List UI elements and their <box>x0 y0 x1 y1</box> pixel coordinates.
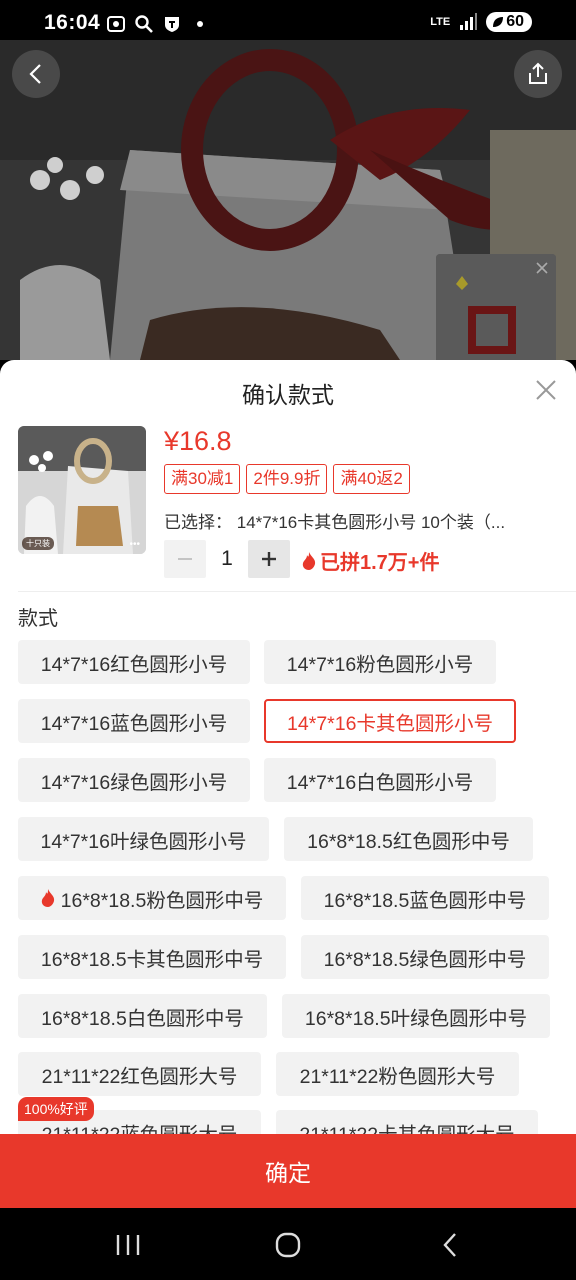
system-nav-bar <box>0 1208 576 1280</box>
home-icon <box>275 1232 301 1258</box>
home-button[interactable] <box>268 1230 308 1260</box>
option-chip[interactable]: 14*7*16蓝色圆形小号 <box>18 699 250 743</box>
option-label: 14*7*16卡其色圆形小号 <box>287 712 493 735</box>
rating-badge: 100%好评 <box>18 1097 94 1121</box>
option-label: 14*7*16粉色圆形小号 <box>286 653 474 676</box>
share-icon <box>529 62 547 84</box>
network-label: LTE <box>430 16 451 28</box>
leaf-icon <box>493 17 504 27</box>
option-label: 14*7*16叶绿色圆形小号 <box>40 830 247 853</box>
option-chip[interactable]: 14*7*16白色圆形小号 <box>264 758 496 802</box>
product-hero-image <box>0 40 576 360</box>
option-label: 16*8*18.5红色圆形中号 <box>307 830 510 853</box>
back-button[interactable] <box>12 50 60 98</box>
back-icon <box>443 1233 456 1257</box>
coupon-tag[interactable]: 满30减1 <box>164 464 241 494</box>
option-label: 14*7*16绿色圆形小号 <box>40 771 228 794</box>
option-chip[interactable]: 14*7*16红色圆形小号 <box>18 640 250 684</box>
confirm-button[interactable]: 确定 <box>0 1134 576 1208</box>
selected-summary: 已选择： 14*7*16卡其色圆形小号 10个装（... <box>164 508 560 533</box>
quantity-value[interactable]: 1 <box>206 547 248 571</box>
option-chip[interactable]: 21*11*22红色圆形大号 <box>18 1052 261 1096</box>
option-chip[interactable]: 16*8*18.5红色圆形中号 <box>284 817 533 861</box>
battery-level: 60 <box>506 13 524 30</box>
option-label: 14*7*16红色圆形小号 <box>40 653 228 676</box>
status-time: 16:04 <box>44 11 101 34</box>
status-system: LTE 60 <box>430 12 532 32</box>
decrease-quantity-button[interactable] <box>164 540 206 578</box>
option-label: 14*7*16蓝色圆形小号 <box>40 712 228 735</box>
system-back-button[interactable] <box>430 1230 470 1260</box>
plus-icon <box>262 552 276 566</box>
section-label: 款式 <box>18 608 58 630</box>
option-chip[interactable]: 16*8*18.5蓝色圆形中号 <box>301 876 549 920</box>
close-button[interactable] <box>534 378 558 402</box>
option-chip[interactable]: 16*8*18.5卡其色圆形中号 <box>18 935 286 979</box>
flame-icon <box>302 551 316 570</box>
coupon-tag[interactable]: 2件9.9折 <box>246 464 328 494</box>
recent-apps-icon <box>116 1235 140 1255</box>
status-notifications <box>106 14 210 34</box>
price: ¥16.8 <box>164 426 232 456</box>
shield-icon <box>165 17 179 32</box>
option-label: 16*8*18.5白色圆形中号 <box>41 1007 244 1030</box>
option-chip[interactable]: 16*8*18.5叶绿色圆形中号 <box>282 994 550 1038</box>
product-thumbnail[interactable]: 十只装 ••• <box>18 426 146 554</box>
option-chip[interactable]: 16*8*18.5粉色圆形中号 <box>18 876 286 920</box>
option-chip[interactable]: 16*8*18.5绿色圆形中号 <box>301 935 549 979</box>
option-chip[interactable]: 21*11*22粉色圆形大号 <box>276 1052 519 1096</box>
option-label: 16*8*18.5蓝色圆形中号 <box>323 889 527 912</box>
sales-count: 已拼1.7万+件 <box>302 546 439 575</box>
coupon-tag[interactable]: 满40返2 <box>333 464 410 494</box>
chevron-left-icon <box>29 64 41 84</box>
option-chip[interactable]: 16*8*18.5白色圆形中号 <box>18 994 267 1038</box>
battery-icon: 60 <box>486 12 532 32</box>
option-label: 16*8*18.5粉色圆形中号 <box>60 889 264 912</box>
option-chip[interactable]: 14*7*16绿色圆形小号 <box>18 758 250 802</box>
dot-icon <box>197 21 203 27</box>
option-chip-selected[interactable]: 14*7*16卡其色圆形小号 <box>264 699 516 743</box>
quantity-stepper: 1 <box>164 540 290 578</box>
close-icon[interactable] <box>534 260 550 276</box>
coupon-list: 满30减1 2件9.9折 满40返2 <box>164 464 410 494</box>
product-thumb-art <box>18 426 146 554</box>
thumb-badge: 十只装 <box>22 537 54 550</box>
selected-value: 14*7*16卡其色圆形小号 10个装（... <box>236 513 506 532</box>
option-label: 16*8*18.5卡其色圆形中号 <box>40 948 264 971</box>
option-chip[interactable]: 14*7*16粉色圆形小号 <box>264 640 496 684</box>
option-chip[interactable]: 14*7*16叶绿色圆形小号 <box>18 817 269 861</box>
signal-icon <box>460 13 478 30</box>
sku-selection-sheet: 确认款式 十只装 ••• ¥16.8 满30减1 2件9.9折 满40返2 已选… <box>0 360 576 1210</box>
minus-icon <box>178 558 192 560</box>
recent-apps-button[interactable] <box>108 1230 148 1260</box>
search-icon <box>135 15 153 33</box>
divider <box>18 591 576 592</box>
flame-icon <box>41 889 54 907</box>
close-icon <box>536 380 556 400</box>
floating-video-thumbnail[interactable] <box>436 254 556 360</box>
option-label: 16*8*18.5绿色圆形中号 <box>323 948 527 971</box>
increase-quantity-button[interactable] <box>248 540 290 578</box>
option-label: 21*11*22红色圆形大号 <box>41 1065 238 1088</box>
selected-label: 已选择： <box>164 513 232 532</box>
more-icon: ••• <box>129 539 140 550</box>
option-label: 21*11*22粉色圆形大号 <box>299 1065 496 1088</box>
option-label: 16*8*18.5叶绿色圆形中号 <box>304 1007 528 1030</box>
screenshot-icon <box>107 16 125 32</box>
share-button[interactable] <box>514 50 562 98</box>
sheet-title: 确认款式 <box>242 382 334 408</box>
option-label: 14*7*16白色圆形小号 <box>286 771 474 794</box>
sales-count-text: 已拼1.7万+件 <box>320 552 440 574</box>
